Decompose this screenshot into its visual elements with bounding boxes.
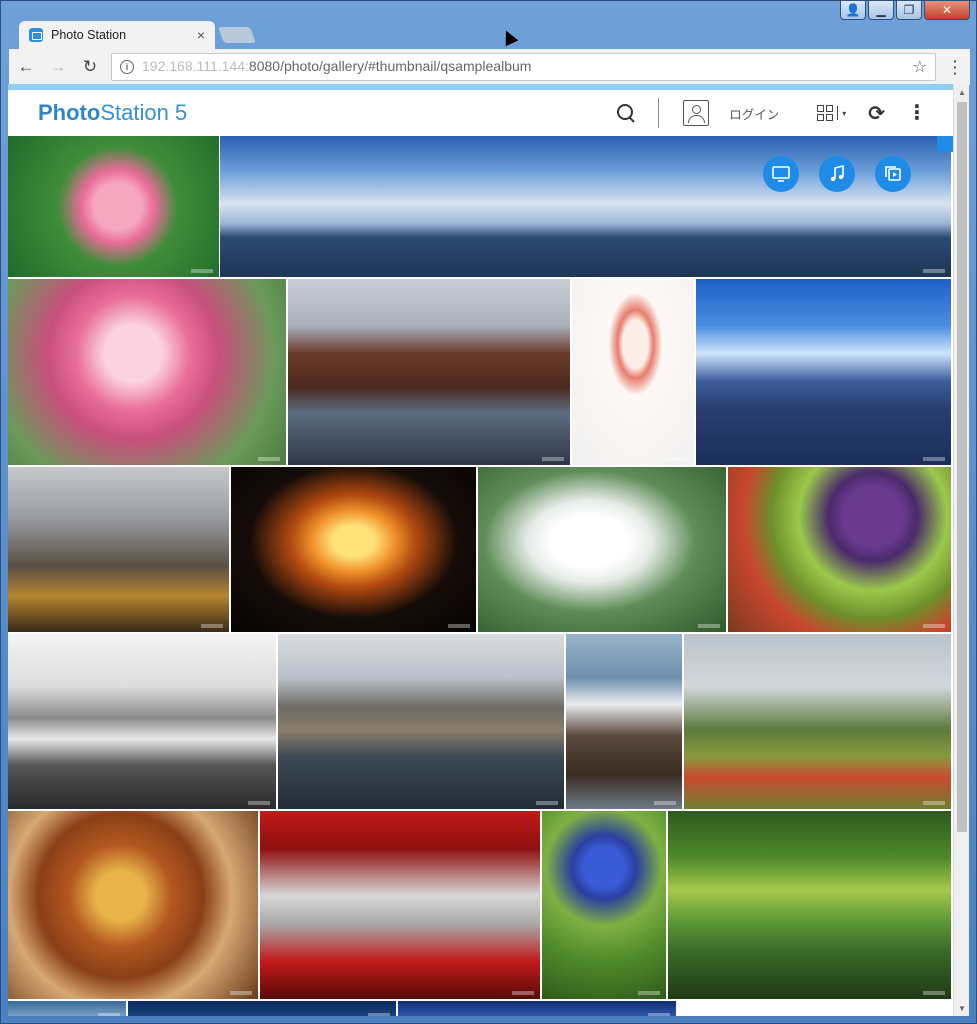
back-button[interactable]: ← xyxy=(15,56,37,78)
floating-actions xyxy=(763,156,911,192)
browser-menu-icon[interactable]: ⋮ xyxy=(946,57,964,78)
scroll-up-arrow-icon[interactable]: ▲ xyxy=(954,84,970,100)
tab-strip: Photo Station × xyxy=(9,19,970,49)
photo-thumbnail-night-carousel[interactable] xyxy=(231,467,476,632)
photo-thumbnail-otaru-canal[interactable] xyxy=(278,634,564,809)
logo-bold-text: Photo xyxy=(38,100,101,125)
photo-thumbnail-ice-cream-cone[interactable] xyxy=(572,279,694,465)
more-options-icon[interactable]: ⋮ xyxy=(907,103,927,123)
photo-thumbnail-pink-rose[interactable] xyxy=(8,136,219,277)
maximize-button[interactable]: ❐ xyxy=(896,1,922,20)
tab-title: Photo Station xyxy=(51,28,127,42)
url-host: 192.168.111.144: xyxy=(142,58,249,74)
header-divider xyxy=(658,98,660,128)
photo-thumbnail-blue-agapanthus[interactable] xyxy=(542,811,666,999)
login-link[interactable]: ログイン xyxy=(729,104,779,123)
header-actions: ログイン ▾ ⟳ ⋮ xyxy=(616,90,927,136)
app-header: PhotoStation 5 ログイン ▾ ⟳ ⋮ xyxy=(8,90,953,136)
page-scrollbar[interactable]: ▲ ▼ xyxy=(953,84,969,1016)
tab-photo-station[interactable]: Photo Station × xyxy=(19,21,215,49)
search-icon[interactable] xyxy=(616,103,636,123)
copy-play-icon xyxy=(885,166,901,181)
photo-thumbnail-bottom-row-1[interactable] xyxy=(8,1001,126,1016)
photo-thumbnail-cherry-blossom[interactable] xyxy=(8,279,286,465)
scroll-down-arrow-icon[interactable]: ▼ xyxy=(954,1000,970,1016)
photo-thumbnail-brick-warehouse-canal[interactable] xyxy=(288,279,570,465)
site-info-icon[interactable]: i xyxy=(120,60,134,74)
user-icon[interactable] xyxy=(683,100,710,126)
photo-station-favicon-icon xyxy=(29,28,43,42)
address-bar[interactable]: i 192.168.111.144:8080/photo/gallery/#th… xyxy=(111,53,936,81)
window-user-icon[interactable]: 👤 xyxy=(840,1,866,20)
photo-thumbnail-bottom-row-3[interactable] xyxy=(398,1001,676,1016)
music-button[interactable] xyxy=(819,156,855,192)
photo-thumbnail-overwater-bungalows[interactable] xyxy=(696,279,951,465)
photo-thumbnail-rainy-window-city[interactable] xyxy=(8,467,229,632)
grid-view-icon xyxy=(817,105,834,121)
photo-thumbnail-grilled-vegetables[interactable] xyxy=(728,467,951,632)
photo-gallery xyxy=(8,136,953,1016)
slideshow-button[interactable] xyxy=(763,156,799,192)
chevron-down-icon: ▾ xyxy=(842,108,847,118)
scroll-thumb[interactable] xyxy=(957,102,967,832)
photo-thumbnail-red-tractor-field[interactable] xyxy=(684,634,951,809)
refresh-icon[interactable]: ⟳ xyxy=(868,101,885,126)
photo-thumbnail-rock-shore-long-exposure[interactable] xyxy=(566,634,682,809)
close-window-button[interactable]: ✕ xyxy=(924,1,970,20)
new-tab-button[interactable] xyxy=(218,27,256,43)
reload-button[interactable]: ↻ xyxy=(79,56,101,78)
photo-thumbnail-white-cyclamen[interactable] xyxy=(478,467,726,632)
view-mode-button[interactable]: ▾ xyxy=(817,105,846,121)
view-separator xyxy=(837,106,839,120)
monitor-icon xyxy=(772,166,790,182)
photo-thumbnail-mono-seascape[interactable] xyxy=(8,634,276,809)
copy-play-button[interactable] xyxy=(875,156,911,192)
bookmark-star-icon[interactable]: ☆ xyxy=(913,57,927,77)
forward-button[interactable]: → xyxy=(47,56,69,78)
tab-close-icon[interactable]: × xyxy=(197,27,205,43)
photo-thumbnail-mossy-trees-pond[interactable] xyxy=(668,811,951,999)
minimize-button[interactable]: ▁ xyxy=(868,1,894,20)
photo-station-page: PhotoStation 5 ログイン ▾ ⟳ ⋮ xyxy=(8,84,953,1016)
photo-thumbnail-curry-rosemary[interactable] xyxy=(8,811,258,999)
url-path: 8080/photo/gallery/#thumbnail/qsamplealb… xyxy=(248,58,532,74)
photo-thumbnail-bottom-row-2[interactable] xyxy=(128,1001,396,1016)
music-note-icon xyxy=(830,164,844,182)
window-controls: 👤 ▁ ❐ ✕ xyxy=(840,1,970,20)
logo-rest-text: Station 5 xyxy=(100,100,188,125)
selection-corner-badge[interactable] xyxy=(937,136,953,152)
browser-toolbar: ← → ↻ i 192.168.111.144:8080/photo/galle… xyxy=(9,49,970,85)
photo-station-logo[interactable]: PhotoStation 5 xyxy=(38,100,187,126)
photo-thumbnail-race-car[interactable] xyxy=(260,811,540,999)
url-text[interactable]: 192.168.111.144:8080/photo/gallery/#thum… xyxy=(142,58,905,76)
